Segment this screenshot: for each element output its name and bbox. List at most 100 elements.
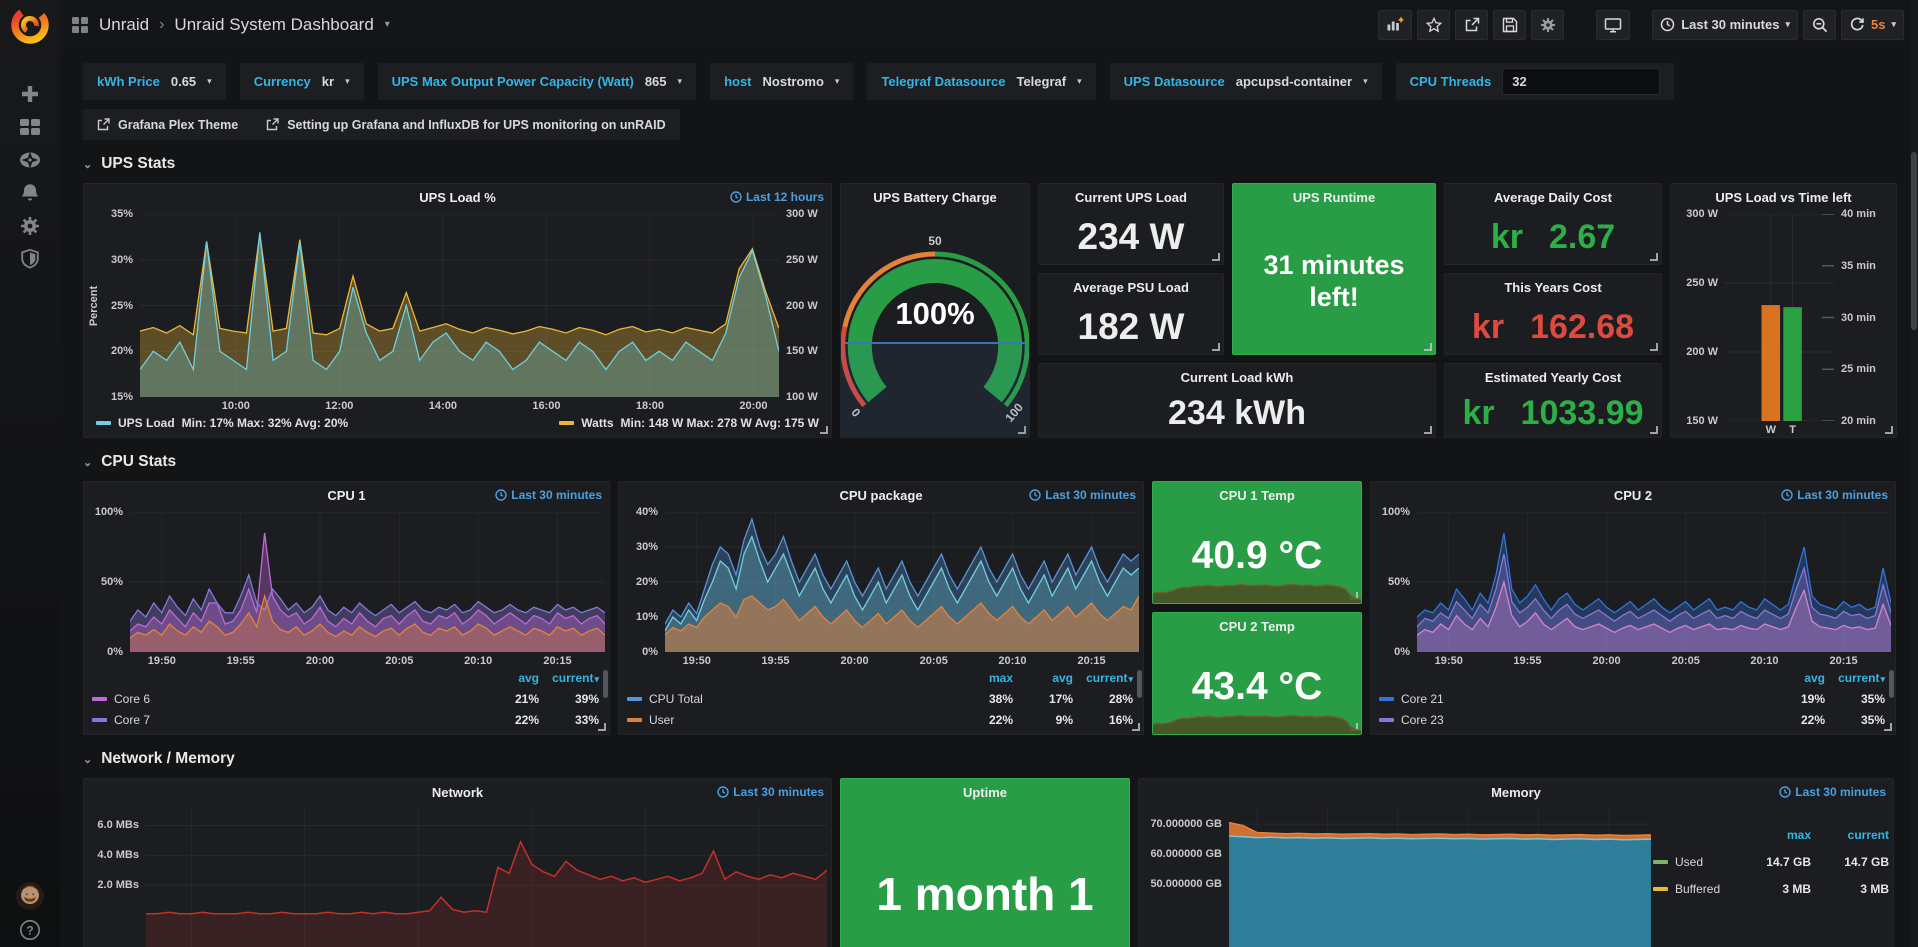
variable-value[interactable]: apcupsd-container: [1236, 74, 1352, 89]
panel-time-range[interactable]: Last 30 minutes: [495, 488, 602, 502]
variable-kwh-price[interactable]: kWh Price0.65▾: [83, 63, 226, 100]
panel-title[interactable]: UPS Load %: [419, 190, 496, 205]
panel-title[interactable]: UPS Battery Charge: [873, 190, 997, 205]
section-header-network-memory[interactable]: ⌄ Network / Memory: [83, 750, 1905, 768]
panel-title[interactable]: This Years Cost: [1504, 280, 1601, 295]
chevron-down-icon[interactable]: ▾: [385, 19, 390, 30]
panel-title[interactable]: Current Load kWh: [1181, 370, 1294, 385]
panel-title[interactable]: CPU 2 Temp: [1219, 619, 1295, 634]
cpu2-graph[interactable]: [1417, 512, 1891, 652]
panel-title[interactable]: UPS Runtime: [1293, 190, 1375, 205]
legend-scrollbar[interactable]: [1889, 670, 1894, 698]
x-axis-labels: 19:5019:5520:0020:0520:1020:15: [1417, 652, 1891, 668]
panel-title[interactable]: Uptime: [963, 785, 1007, 800]
breadcrumb-separator: ›: [158, 16, 165, 34]
panel-title[interactable]: CPU package: [839, 488, 922, 503]
x-axis-labels: 19:5019:5520:0020:0520:1020:15: [130, 652, 605, 668]
time-range-picker[interactable]: Last 30 minutes ▾: [1652, 10, 1798, 40]
grafana-logo-icon[interactable]: [8, 3, 52, 47]
section-header-ups-stats[interactable]: ⌄ UPS Stats: [83, 155, 1905, 173]
legend-item-watts[interactable]: Watts Min: 148 W Max: 278 W Avg: 175 W: [559, 416, 819, 430]
star-button[interactable]: [1417, 10, 1450, 40]
breadcrumb-current[interactable]: Unraid System Dashboard: [174, 15, 373, 35]
legend-item-cpu-total[interactable]: CPU Total38%17%28%: [625, 688, 1133, 709]
chevron-down-icon[interactable]: ▾: [1891, 19, 1896, 30]
y-axis-labels: 0%50%100%: [1373, 512, 1417, 652]
dashboard-link[interactable]: Setting up Grafana and InfluxDB for UPS …: [266, 118, 665, 132]
panel-time-range[interactable]: Last 12 hours: [730, 190, 824, 204]
page-scrollbar-thumb[interactable]: [1911, 152, 1917, 330]
legend-item-core-23[interactable]: Core 2322%35%: [1377, 709, 1885, 730]
network-graph[interactable]: [146, 809, 827, 947]
panel-title[interactable]: Memory: [1491, 785, 1541, 800]
configuration-gear-icon[interactable]: [19, 215, 41, 237]
ups-load-graph[interactable]: [140, 214, 779, 397]
chevron-down-icon: ⌄: [83, 456, 92, 469]
legend-item-core-7[interactable]: Core 722%33%: [90, 709, 599, 730]
tv-cycle-view-button[interactable]: [1596, 10, 1630, 40]
variable-input-cpu-threads[interactable]: [1502, 68, 1660, 95]
panel-title[interactable]: CPU 2: [1614, 488, 1652, 503]
settings-gear-button[interactable]: [1531, 10, 1564, 40]
add-panel-button[interactable]: [1378, 10, 1412, 40]
panel-title[interactable]: Current UPS Load: [1075, 190, 1187, 205]
ups-bar-chart[interactable]: [1725, 214, 1834, 421]
legend-item-buffered[interactable]: Buffered3 MB3 MB: [1651, 875, 1889, 902]
variable-ups-max-output[interactable]: UPS Max Output Power Capacity (Watt)865▾: [378, 63, 696, 100]
cpu-package-graph[interactable]: [665, 512, 1139, 652]
legend-item-user[interactable]: User22%9%16%: [625, 709, 1133, 730]
cpu-stats-row: CPU 1 Last 30 minutes 0%50%100% 19:5019:…: [83, 481, 1905, 735]
refresh-button[interactable]: 5s ▾: [1841, 10, 1904, 40]
panel-title[interactable]: Estimated Yearly Cost: [1485, 370, 1621, 385]
legend-item-core-21[interactable]: Core 2119%35%: [1377, 688, 1885, 709]
legend-table: avgcurrent▾Core 2119%35%Core 2322%35%: [1371, 668, 1895, 734]
y-axis-labels: 2.0 MBs4.0 MBs6.0 MBs: [86, 809, 146, 947]
variable-value[interactable]: 865: [645, 74, 667, 89]
variable-host[interactable]: hostNostromo▾: [710, 63, 853, 100]
save-button[interactable]: [1493, 10, 1526, 40]
legend-scrollbar[interactable]: [1137, 670, 1142, 698]
variable-telegraf-datasource[interactable]: Telegraf DatasourceTelegraf▾: [867, 63, 1095, 100]
panel-title[interactable]: UPS Load vs Time left: [1715, 190, 1851, 205]
panel-time-range[interactable]: Last 30 minutes: [1779, 785, 1886, 799]
panel-title[interactable]: CPU 1: [327, 488, 365, 503]
panel-time-range[interactable]: Last 30 minutes: [1029, 488, 1136, 502]
legend-scrollbar[interactable]: [603, 670, 608, 698]
dashboard-grid-icon[interactable]: [70, 15, 90, 35]
legend-item-used[interactable]: Used14.7 GB14.7 GB: [1651, 848, 1889, 875]
cpu1-graph[interactable]: [130, 512, 605, 652]
memory-graph[interactable]: [1229, 809, 1651, 947]
dashboard-link[interactable]: Grafana Plex Theme: [97, 118, 238, 132]
chevron-down-icon: ▾: [678, 76, 683, 87]
zoom-out-button[interactable]: [1803, 10, 1836, 40]
variable-currency[interactable]: Currencykr▾: [240, 63, 364, 100]
variable-cpu-threads[interactable]: CPU Threads: [1396, 63, 1675, 100]
panel-title[interactable]: CPU 1 Temp: [1219, 488, 1295, 503]
variable-value[interactable]: kr: [322, 74, 334, 89]
network-memory-row: Network Last 30 minutes 2.0 MBs4.0 MBs6.…: [83, 778, 1905, 947]
panel-title[interactable]: Average Daily Cost: [1494, 190, 1612, 205]
share-button[interactable]: [1455, 10, 1488, 40]
explore-compass-icon[interactable]: [19, 149, 41, 171]
section-header-cpu-stats[interactable]: ⌄ CPU Stats: [83, 453, 1905, 471]
breadcrumb-root[interactable]: Unraid: [99, 15, 149, 35]
y-axis-labels: 150 W200 W250 W300 W: [1673, 214, 1725, 421]
variable-value[interactable]: Nostromo: [763, 74, 824, 89]
user-avatar[interactable]: [15, 881, 45, 911]
help-icon[interactable]: ?: [19, 919, 41, 941]
panel-title[interactable]: Average PSU Load: [1073, 280, 1189, 295]
create-plus-icon[interactable]: [19, 83, 41, 105]
variable-value[interactable]: Telegraf: [1016, 74, 1066, 89]
y-axis-labels: 50.000000 GB60.000000 GB70.000000 GB: [1141, 809, 1229, 947]
legend-item-ups-load[interactable]: UPS Load Min: 17% Max: 32% Avg: 20%: [96, 416, 348, 430]
variable-ups-datasource[interactable]: UPS Datasourceapcupsd-container▾: [1110, 63, 1382, 100]
alerting-bell-icon[interactable]: [19, 182, 41, 204]
legend-item-core-6[interactable]: Core 621%39%: [90, 688, 599, 709]
panel-title[interactable]: Network: [432, 785, 483, 800]
panel-time-range[interactable]: Last 30 minutes: [717, 785, 824, 799]
server-admin-shield-icon[interactable]: [19, 248, 41, 270]
variable-value[interactable]: 0.65: [171, 74, 196, 89]
refresh-interval-label[interactable]: 5s: [1871, 17, 1885, 32]
panel-time-range[interactable]: Last 30 minutes: [1781, 488, 1888, 502]
dashboards-icon[interactable]: [19, 116, 41, 138]
